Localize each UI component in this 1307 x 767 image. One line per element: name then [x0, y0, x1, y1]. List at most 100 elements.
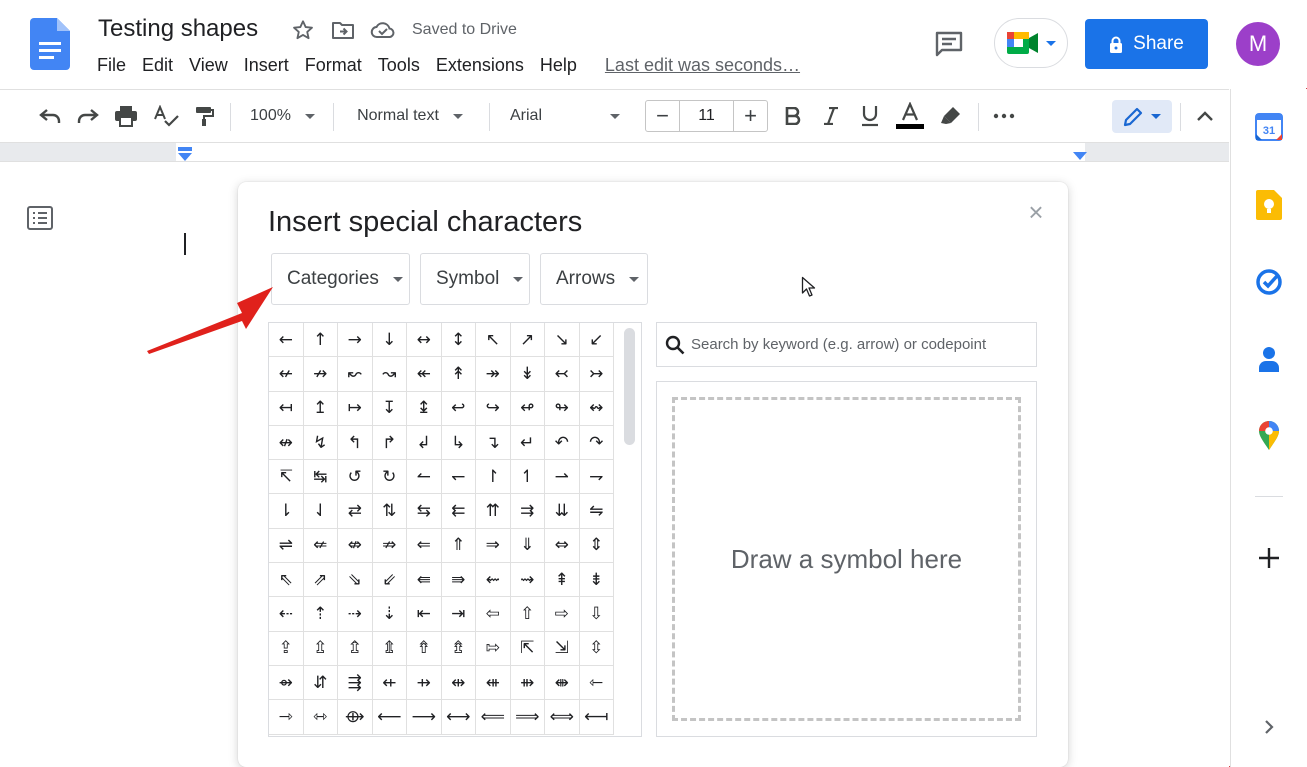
character-cell[interactable]: ↭ — [579, 391, 614, 426]
meet-button[interactable] — [994, 18, 1068, 68]
character-cell[interactable]: ⇤ — [407, 597, 442, 632]
character-cell[interactable]: ⇀ — [545, 460, 580, 495]
menu-file[interactable]: File — [97, 55, 134, 76]
character-cell[interactable]: ⇃ — [303, 494, 338, 529]
comments-button[interactable] — [930, 26, 968, 62]
character-cell[interactable]: ⟸ — [476, 700, 511, 735]
character-cell[interactable]: ⇳ — [579, 631, 614, 666]
character-cell[interactable]: ↟ — [441, 357, 476, 392]
character-cell[interactable]: ↻ — [372, 460, 407, 495]
character-cell[interactable]: ↡ — [510, 357, 545, 392]
last-edit-link[interactable]: Last edit was seconds… — [605, 55, 800, 76]
highlight-color-button[interactable] — [936, 90, 966, 142]
character-cell[interactable]: ⇡ — [303, 597, 338, 632]
left-indent-marker-icon[interactable] — [176, 146, 194, 162]
character-cell[interactable]: ↳ — [441, 425, 476, 461]
character-cell[interactable]: ⇟ — [579, 563, 614, 598]
character-cell[interactable]: ↽ — [441, 460, 476, 495]
character-cell[interactable]: ↓ — [372, 323, 407, 358]
keep-button[interactable] — [1253, 189, 1285, 221]
character-cell[interactable]: ⇱ — [510, 631, 545, 666]
character-cell[interactable]: ⇛ — [441, 563, 476, 598]
horizontal-ruler[interactable] — [0, 143, 1229, 162]
star-icon[interactable] — [290, 17, 316, 43]
close-icon[interactable]: × — [1024, 197, 1048, 227]
character-cell[interactable]: ↷ — [579, 425, 614, 461]
character-cell[interactable]: ⟵ — [372, 700, 407, 735]
character-cell[interactable]: ↔ — [407, 323, 442, 358]
character-cell[interactable]: ⇁ — [579, 460, 614, 495]
character-cell[interactable]: ⇒ — [476, 528, 511, 564]
character-cell[interactable]: ⇴ — [269, 665, 304, 701]
character-cell[interactable]: ⇿ — [303, 700, 338, 735]
character-cell[interactable]: ↛ — [303, 357, 338, 392]
character-cell[interactable]: ⇝ — [510, 563, 545, 598]
text-color-button[interactable] — [893, 90, 927, 142]
character-cell[interactable]: ⇼ — [545, 665, 580, 701]
character-cell[interactable]: ↙ — [579, 323, 614, 358]
character-cell[interactable]: ⇂ — [269, 494, 304, 529]
character-cell[interactable]: ⟷ — [441, 700, 476, 735]
hide-menus-button[interactable] — [1190, 90, 1220, 142]
character-cell[interactable]: ↼ — [407, 460, 442, 495]
redo-button[interactable] — [72, 90, 104, 142]
character-cell[interactable]: ⇫ — [303, 631, 338, 666]
editing-mode-button[interactable] — [1112, 100, 1172, 133]
bold-button[interactable] — [778, 90, 808, 142]
character-cell[interactable]: ⇔ — [545, 528, 580, 564]
character-cell[interactable]: ⟴ — [338, 700, 373, 735]
zoom-select[interactable]: 100% — [240, 90, 325, 142]
print-button[interactable] — [110, 90, 142, 142]
character-cell[interactable]: ↺ — [338, 460, 373, 495]
expand-side-panel-button[interactable] — [1253, 711, 1285, 743]
character-cell[interactable]: ↫ — [510, 391, 545, 426]
character-cell[interactable]: ↲ — [407, 425, 442, 461]
character-cell[interactable]: ↴ — [476, 425, 511, 461]
search-input[interactable] — [691, 336, 1031, 353]
character-cell[interactable]: ↵ — [510, 425, 545, 461]
character-cell[interactable]: ⇪ — [269, 631, 304, 666]
character-cell[interactable]: ↕ — [441, 323, 476, 358]
menu-extensions[interactable]: Extensions — [428, 55, 532, 76]
spellcheck-button[interactable] — [150, 90, 182, 142]
character-cell[interactable]: ⇠ — [269, 597, 304, 632]
character-cell[interactable]: ⇭ — [372, 631, 407, 666]
calendar-button[interactable]: 31 — [1253, 111, 1285, 143]
character-cell[interactable]: ⟺ — [545, 700, 580, 735]
character-cell[interactable]: ↱ — [372, 425, 407, 461]
character-cell[interactable]: ⇹ — [441, 665, 476, 701]
character-cell[interactable]: ↸ — [269, 460, 304, 495]
character-cell[interactable]: ⇮ — [407, 631, 442, 666]
character-cell[interactable]: ⇖ — [269, 563, 304, 598]
share-button[interactable]: Share — [1085, 19, 1208, 69]
character-cell[interactable]: ⇍ — [303, 528, 338, 564]
character-cell[interactable]: ⟶ — [407, 700, 442, 735]
categories-dropdown[interactable]: Categories — [271, 253, 410, 305]
character-cell[interactable]: ↹ — [303, 460, 338, 495]
character-cell[interactable]: ↣ — [579, 357, 614, 392]
paragraph-style-select[interactable]: Normal text — [342, 90, 478, 142]
character-cell[interactable]: ↥ — [303, 391, 338, 426]
character-cell[interactable]: ⇄ — [338, 494, 373, 529]
character-cell[interactable]: ⇚ — [407, 563, 442, 598]
character-cell[interactable]: ⇬ — [338, 631, 373, 666]
character-cell[interactable]: ↶ — [545, 425, 580, 461]
more-options-button[interactable] — [988, 90, 1020, 142]
move-to-folder-icon[interactable] — [330, 17, 356, 43]
draw-symbol-area[interactable]: Draw a symbol here — [656, 381, 1037, 737]
character-cell[interactable]: ↾ — [476, 460, 511, 495]
character-cell[interactable]: ⇜ — [476, 563, 511, 598]
character-cell[interactable]: ⇏ — [372, 528, 407, 564]
character-cell[interactable]: ⇣ — [372, 597, 407, 632]
contacts-button[interactable] — [1253, 343, 1285, 375]
character-cell[interactable]: ⇕ — [579, 528, 614, 564]
italic-button[interactable] — [816, 90, 846, 142]
character-cell[interactable]: ⇨ — [545, 597, 580, 632]
font-select[interactable]: Arial — [500, 90, 635, 142]
symbol-dropdown[interactable]: Symbol — [420, 253, 530, 305]
character-cell[interactable]: ⇗ — [303, 563, 338, 598]
character-cell[interactable]: ⇇ — [441, 494, 476, 529]
character-cell[interactable]: ↯ — [303, 425, 338, 461]
arrows-dropdown[interactable]: Arrows — [540, 253, 648, 305]
character-cell[interactable]: ↧ — [372, 391, 407, 426]
